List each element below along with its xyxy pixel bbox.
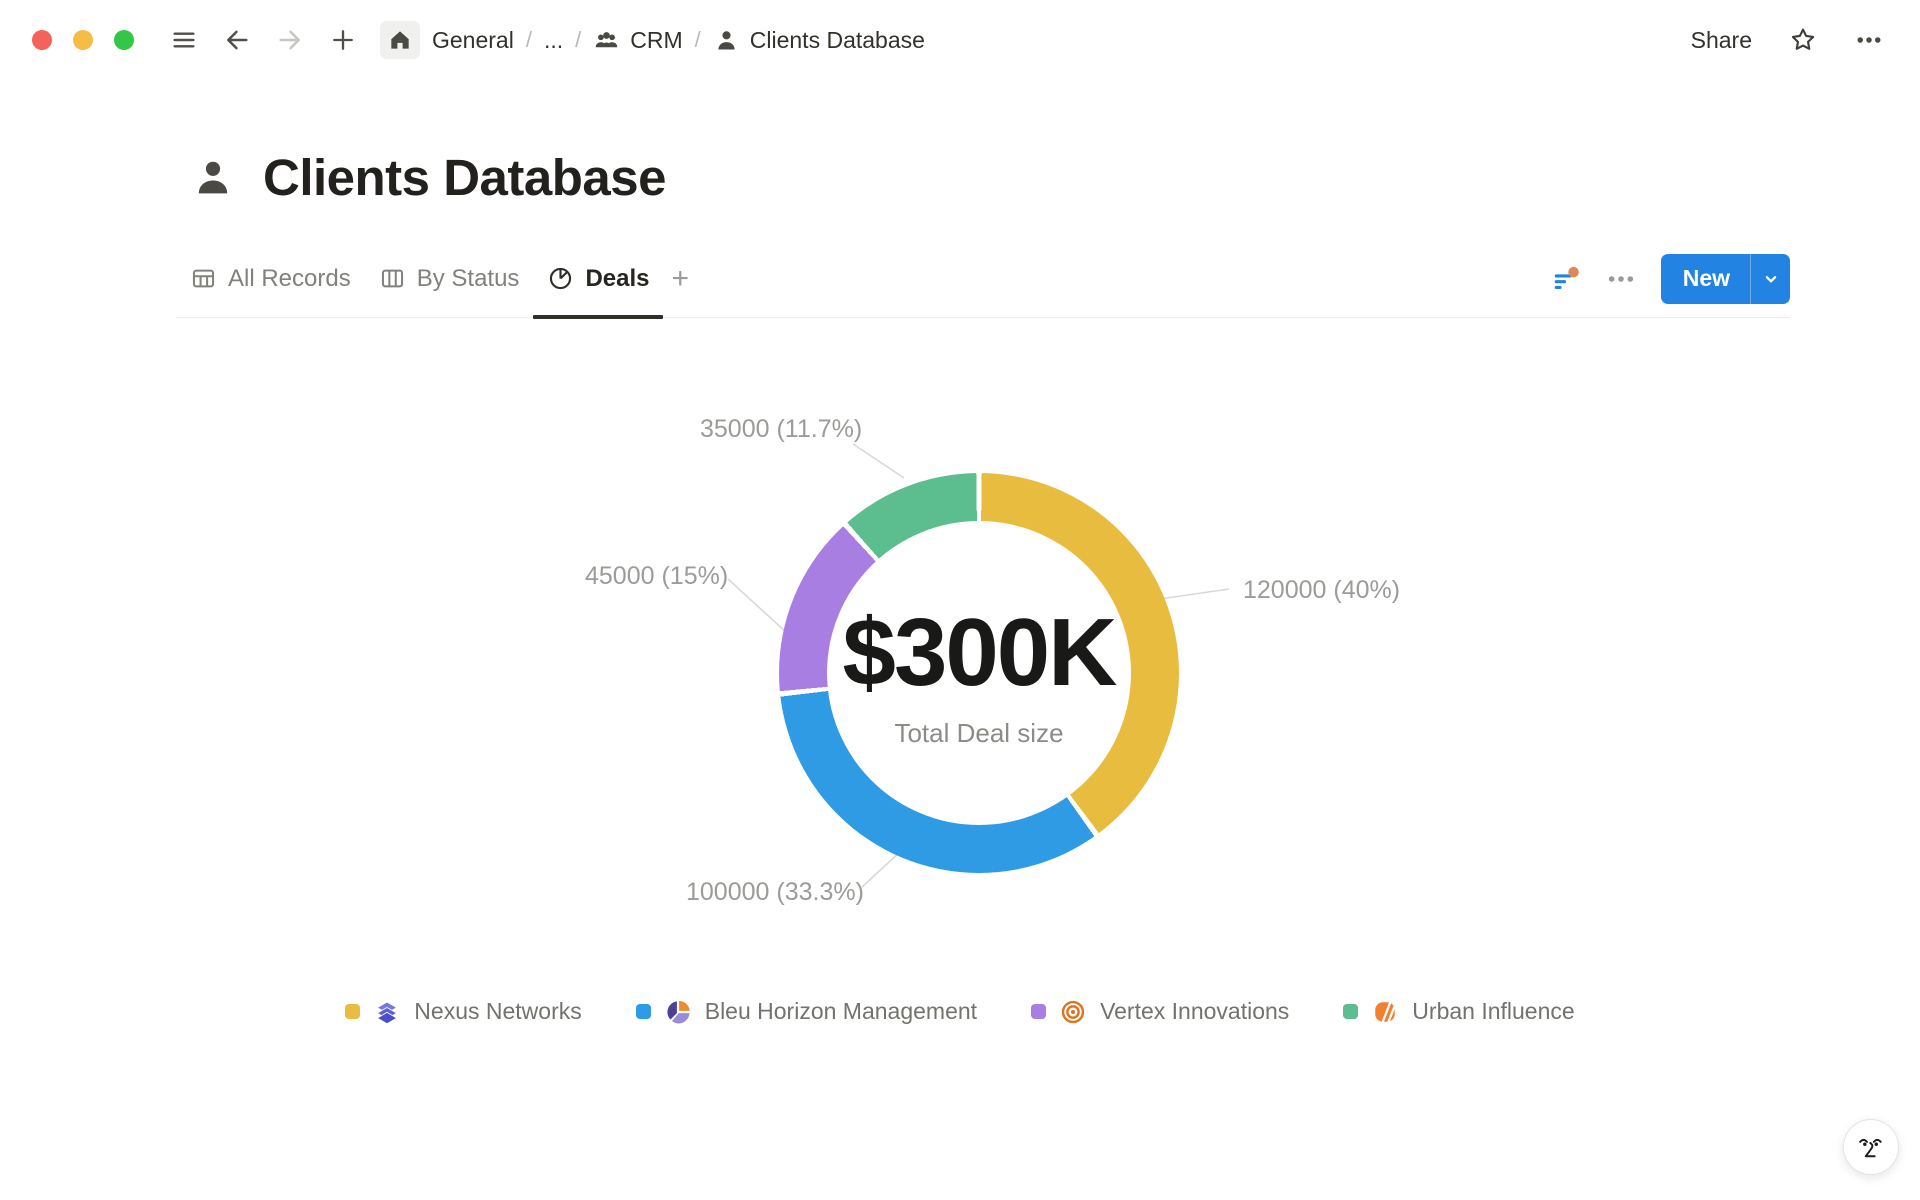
breadcrumb-label: ... — [544, 27, 563, 54]
new-button-dropdown[interactable] — [1750, 254, 1790, 304]
window-close-button[interactable] — [32, 30, 52, 50]
chart-legend: Nexus Networks Bleu Horizon Management V… — [0, 998, 1920, 1025]
view-options-button[interactable] — [1605, 263, 1637, 295]
legend-label: Nexus Networks — [414, 998, 581, 1025]
breadcrumb-item-crm[interactable]: CRM — [593, 27, 682, 54]
legend-item-bleu[interactable]: Bleu Horizon Management — [636, 998, 977, 1025]
people-icon — [593, 27, 620, 54]
add-view-button[interactable]: + — [671, 264, 689, 294]
ai-face-icon — [1855, 1131, 1887, 1163]
star-icon — [1788, 25, 1818, 55]
bullseye-icon — [1060, 999, 1086, 1025]
breadcrumb-item-general[interactable]: General — [432, 27, 514, 54]
striped-blob-icon — [1372, 999, 1398, 1025]
forward-arrow-icon — [276, 26, 304, 54]
breadcrumb-label: CRM — [630, 27, 682, 54]
notification-dot — [1568, 266, 1579, 277]
legend-item-urban[interactable]: Urban Influence — [1343, 998, 1574, 1025]
deals-donut-chart: 120000 (40%) 100000 (33.3%) 45000 (15%) … — [0, 330, 1920, 1070]
filter-sort-button[interactable] — [1549, 263, 1581, 295]
total-deal-size-caption: Total Deal size — [894, 718, 1063, 749]
pie-icon — [547, 265, 574, 292]
breadcrumb-label: Clients Database — [750, 27, 925, 54]
legend-label: Bleu Horizon Management — [705, 998, 977, 1025]
chevron-down-icon — [1760, 268, 1782, 290]
new-button-label: New — [1661, 254, 1750, 304]
window-minimize-button[interactable] — [73, 30, 93, 50]
breadcrumb: General / ... / CRM / Clients Database — [432, 27, 925, 54]
pie-quadrant-icon — [665, 999, 691, 1025]
legend-swatch — [345, 1004, 360, 1019]
person-icon — [190, 155, 236, 201]
forward-button[interactable] — [276, 26, 304, 54]
legend-item-nexus[interactable]: Nexus Networks — [345, 998, 581, 1025]
home-button[interactable] — [380, 21, 420, 59]
breadcrumb-item-clients-database[interactable]: Clients Database — [713, 27, 925, 54]
titlebar: General / ... / CRM / Clients Database S… — [0, 0, 1920, 80]
sidebar-toggle-button[interactable] — [170, 26, 198, 54]
legend-swatch — [1031, 1004, 1046, 1019]
breadcrumb-separator: / — [575, 27, 581, 53]
breadcrumb-separator: / — [526, 27, 532, 53]
slice-callout-bleu: 100000 (33.3%) — [686, 878, 864, 907]
tab-all-records[interactable]: All Records — [176, 240, 365, 317]
more-options-button[interactable] — [1854, 25, 1884, 55]
page-header: Clients Database — [190, 148, 666, 207]
page-title: Clients Database — [263, 148, 666, 207]
person-icon — [713, 27, 740, 54]
slice-callout-nexus: 120000 (40%) — [1243, 576, 1400, 605]
tab-label: All Records — [228, 265, 351, 293]
back-arrow-icon — [223, 26, 251, 54]
app: { "titlebar": { "separator": "/", "bread… — [0, 0, 1920, 1200]
total-deal-size-value: $300K — [843, 598, 1116, 708]
legend-label: Vertex Innovations — [1100, 998, 1289, 1025]
legend-label: Urban Influence — [1412, 998, 1574, 1025]
window-controls — [32, 30, 134, 50]
plus-icon — [329, 26, 357, 54]
home-icon — [387, 27, 413, 53]
ellipsis-icon — [1854, 25, 1884, 55]
donut-ring[interactable]: $300K Total Deal size — [779, 473, 1179, 873]
share-button[interactable]: Share — [1691, 27, 1752, 54]
breadcrumb-item-collapsed[interactable]: ... — [544, 27, 563, 54]
slice-callout-urban: 35000 (11.7%) — [700, 415, 862, 444]
tab-deals[interactable]: Deals — [533, 240, 663, 317]
favorite-button[interactable] — [1788, 25, 1818, 55]
tab-label: Deals — [585, 265, 649, 293]
hamburger-icon — [170, 26, 198, 54]
new-record-button[interactable]: New — [1661, 254, 1790, 304]
board-icon — [379, 265, 406, 292]
legend-swatch — [636, 1004, 651, 1019]
tab-label: By Status — [417, 265, 520, 293]
view-tabs-bar: All Records By Status Deals + New — [176, 240, 1790, 318]
new-tab-button[interactable] — [329, 26, 357, 54]
legend-item-vertex[interactable]: Vertex Innovations — [1031, 998, 1289, 1025]
window-zoom-button[interactable] — [114, 30, 134, 50]
table-icon — [190, 265, 217, 292]
ellipsis-icon — [1605, 263, 1637, 295]
legend-swatch — [1343, 1004, 1358, 1019]
notion-ai-button[interactable] — [1843, 1119, 1899, 1175]
layers-cube-icon — [374, 999, 400, 1025]
slice-callout-vertex: 45000 (15%) — [585, 562, 728, 591]
breadcrumb-separator: / — [695, 27, 701, 53]
breadcrumb-label: General — [432, 27, 514, 54]
filter-lines-icon — [1549, 263, 1581, 295]
tab-by-status[interactable]: By Status — [365, 240, 534, 317]
back-button[interactable] — [223, 26, 251, 54]
